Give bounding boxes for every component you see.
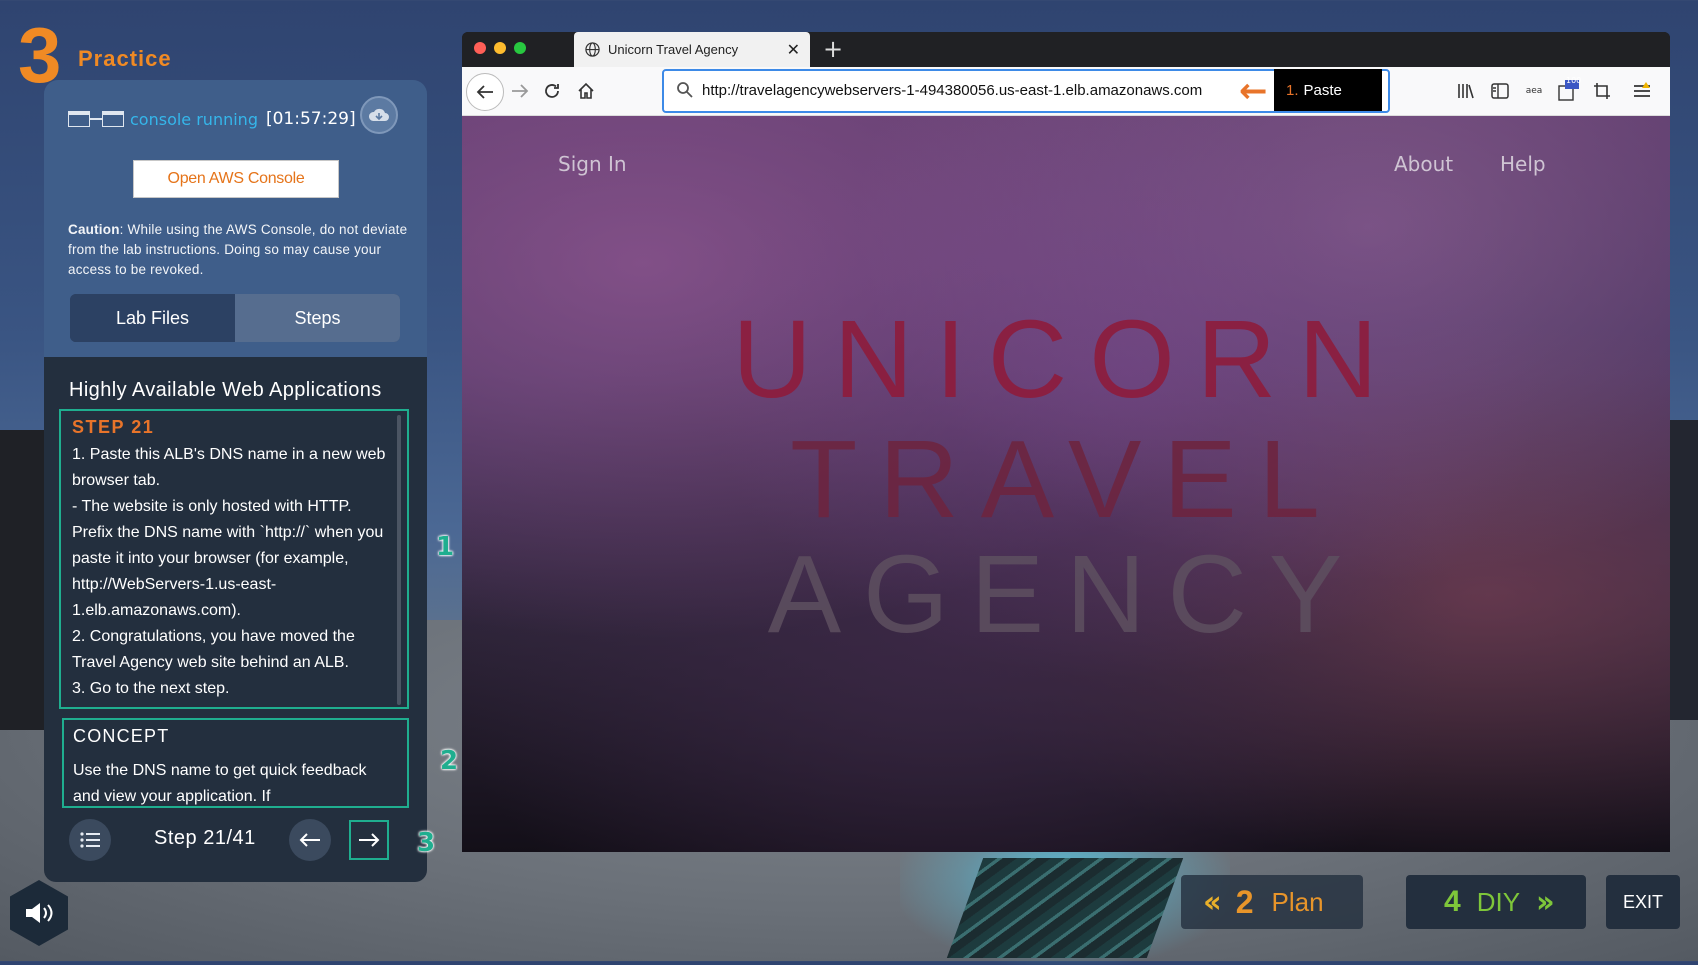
- sidebar-icon: [1491, 83, 1509, 99]
- reload-icon: [545, 84, 559, 98]
- exit-button[interactable]: EXIT: [1606, 875, 1680, 929]
- tab-lab-files[interactable]: Lab Files: [70, 294, 235, 342]
- arrow-right-icon: [512, 84, 529, 98]
- console-status: console running: [130, 109, 258, 129]
- plan-number: 2: [1235, 883, 1254, 920]
- step-line: 3. Go to the next step.: [72, 680, 230, 697]
- stage-platform: [946, 858, 1184, 958]
- maximize-window-button[interactable]: [514, 42, 526, 54]
- address-bar[interactable]: http://travelagencywebservers-1-49438005…: [662, 69, 1390, 113]
- extension-button[interactable]: 100: [1556, 76, 1582, 103]
- home-icon: [578, 82, 594, 99]
- cloud-icon: [368, 108, 389, 121]
- address-bar-url: http://travelagencywebservers-1-49438005…: [702, 82, 1203, 99]
- forward-button[interactable]: [506, 77, 534, 105]
- arrow-right-icon: [359, 833, 380, 847]
- previous-step-button[interactable]: [289, 819, 331, 861]
- concept-text: Use the DNS name to get quick feedback a…: [73, 762, 367, 805]
- caution-text: Caution: While using the AWS Console, do…: [68, 220, 413, 280]
- paste-tooltip: 1. Paste: [1274, 69, 1382, 111]
- step-heading: STEP 21: [72, 417, 155, 437]
- plan-label: Plan: [1271, 886, 1324, 917]
- diy-number: 4: [1444, 885, 1461, 918]
- console-panel: console running [01:57:29] Open AWS Cons…: [44, 80, 427, 357]
- step-text: 1. Paste this ALB's DNS name in a new we…: [72, 442, 394, 702]
- concept-box: CONCEPT Use the DNS name to get quick fe…: [62, 718, 409, 808]
- website-page: Sign In About Help UNICORN TRAVEL AGENCY: [462, 116, 1670, 852]
- step-instructions-box: STEP 21 1. Paste this ALB's DNS name in …: [59, 409, 409, 709]
- back-button[interactable]: [466, 73, 504, 111]
- double-chevron-left-icon: ‹‹: [1203, 884, 1222, 920]
- browser-toolbar: http://travelagencywebservers-1-49438005…: [462, 67, 1670, 116]
- hero-line-1: UNICORN: [732, 298, 1400, 421]
- open-aws-console-button[interactable]: Open AWS Console: [133, 160, 339, 198]
- list-icon: [80, 832, 100, 848]
- arrow-left-icon: [299, 833, 320, 847]
- console-connection-icon: [68, 109, 124, 129]
- step-line: 2. Congratulations, you have moved the T…: [72, 628, 355, 671]
- library-button[interactable]: [1454, 79, 1478, 103]
- diy-label: DIY: [1476, 886, 1521, 917]
- arrow-left-icon: [476, 85, 493, 99]
- amazon-assistant-button[interactable]: aea: [1522, 79, 1546, 103]
- amazon-assistant-label: aea: [1525, 86, 1543, 96]
- step-counter: Step 21/41: [154, 827, 256, 849]
- console-timer: [01:57:29]: [265, 109, 356, 129]
- close-tab-icon[interactable]: ✕: [787, 40, 800, 60]
- sidebar-button[interactable]: [1488, 79, 1512, 103]
- arrow-left-icon: ←: [1239, 71, 1268, 111]
- paste-tooltip-number: 1.: [1286, 81, 1299, 99]
- speaker-icon: [26, 903, 53, 923]
- caution-label: Caution: [68, 222, 120, 237]
- browser-tab-title: Unicorn Travel Agency: [608, 42, 739, 57]
- close-window-button[interactable]: [474, 42, 486, 54]
- paste-tooltip-label: Paste: [1303, 81, 1342, 99]
- screenshot-button[interactable]: [1590, 79, 1614, 103]
- practice-label: Practice: [78, 46, 172, 71]
- about-link[interactable]: About: [1394, 152, 1453, 176]
- double-chevron-right-icon: ››: [1536, 884, 1555, 920]
- step-line: - The website is only hosted with HTTP. …: [72, 498, 384, 619]
- step-line: 1. Paste this ALB's DNS name in a new we…: [72, 446, 386, 489]
- marker-3: 3: [417, 828, 436, 858]
- cloud-download-button[interactable]: [360, 96, 398, 134]
- console-status-row: console running [01:57:29]: [68, 104, 356, 134]
- hero-line-2: TRAVEL: [790, 418, 1342, 541]
- step-scrollbar[interactable]: [397, 415, 401, 705]
- hero-line-3: AGENCY: [767, 533, 1365, 656]
- caution-body: : While using the AWS Console, do not de…: [68, 222, 408, 277]
- step-list-button[interactable]: [69, 819, 111, 861]
- globe-icon: [585, 42, 600, 57]
- extension-badge: 100: [1566, 76, 1582, 85]
- browser-tabbar: Unicorn Travel Agency ✕ +: [462, 32, 1670, 67]
- browser-tab[interactable]: Unicorn Travel Agency ✕: [574, 32, 810, 67]
- plan-button[interactable]: ‹‹ 2 Plan: [1181, 875, 1363, 929]
- home-button[interactable]: [572, 77, 600, 105]
- menu-button[interactable]: [1630, 79, 1654, 103]
- library-icon: [1458, 84, 1474, 99]
- panel-tabs: Lab Files Steps: [70, 294, 400, 342]
- diy-button[interactable]: 4 DIY ››: [1406, 875, 1586, 929]
- search-icon: [677, 82, 693, 98]
- reload-button[interactable]: [538, 77, 566, 105]
- tab-steps[interactable]: Steps: [235, 294, 400, 342]
- sign-in-link[interactable]: Sign In: [558, 152, 627, 176]
- steps-panel: Highly Available Web Applications STEP 2…: [44, 357, 427, 882]
- browser-window: Unicorn Travel Agency ✕ + http://travela…: [462, 32, 1670, 852]
- next-step-button[interactable]: [349, 820, 389, 860]
- marker-1: 1: [436, 532, 455, 562]
- help-link[interactable]: Help: [1500, 152, 1546, 176]
- lab-title: Highly Available Web Applications: [69, 379, 382, 401]
- crop-icon: [1594, 83, 1610, 99]
- concept-heading: CONCEPT: [73, 726, 170, 746]
- hamburger-menu-icon: [1634, 82, 1650, 97]
- new-tab-button[interactable]: +: [823, 35, 843, 63]
- step-navigation: Step 21/41: [44, 817, 427, 877]
- minimize-window-button[interactable]: [494, 42, 506, 54]
